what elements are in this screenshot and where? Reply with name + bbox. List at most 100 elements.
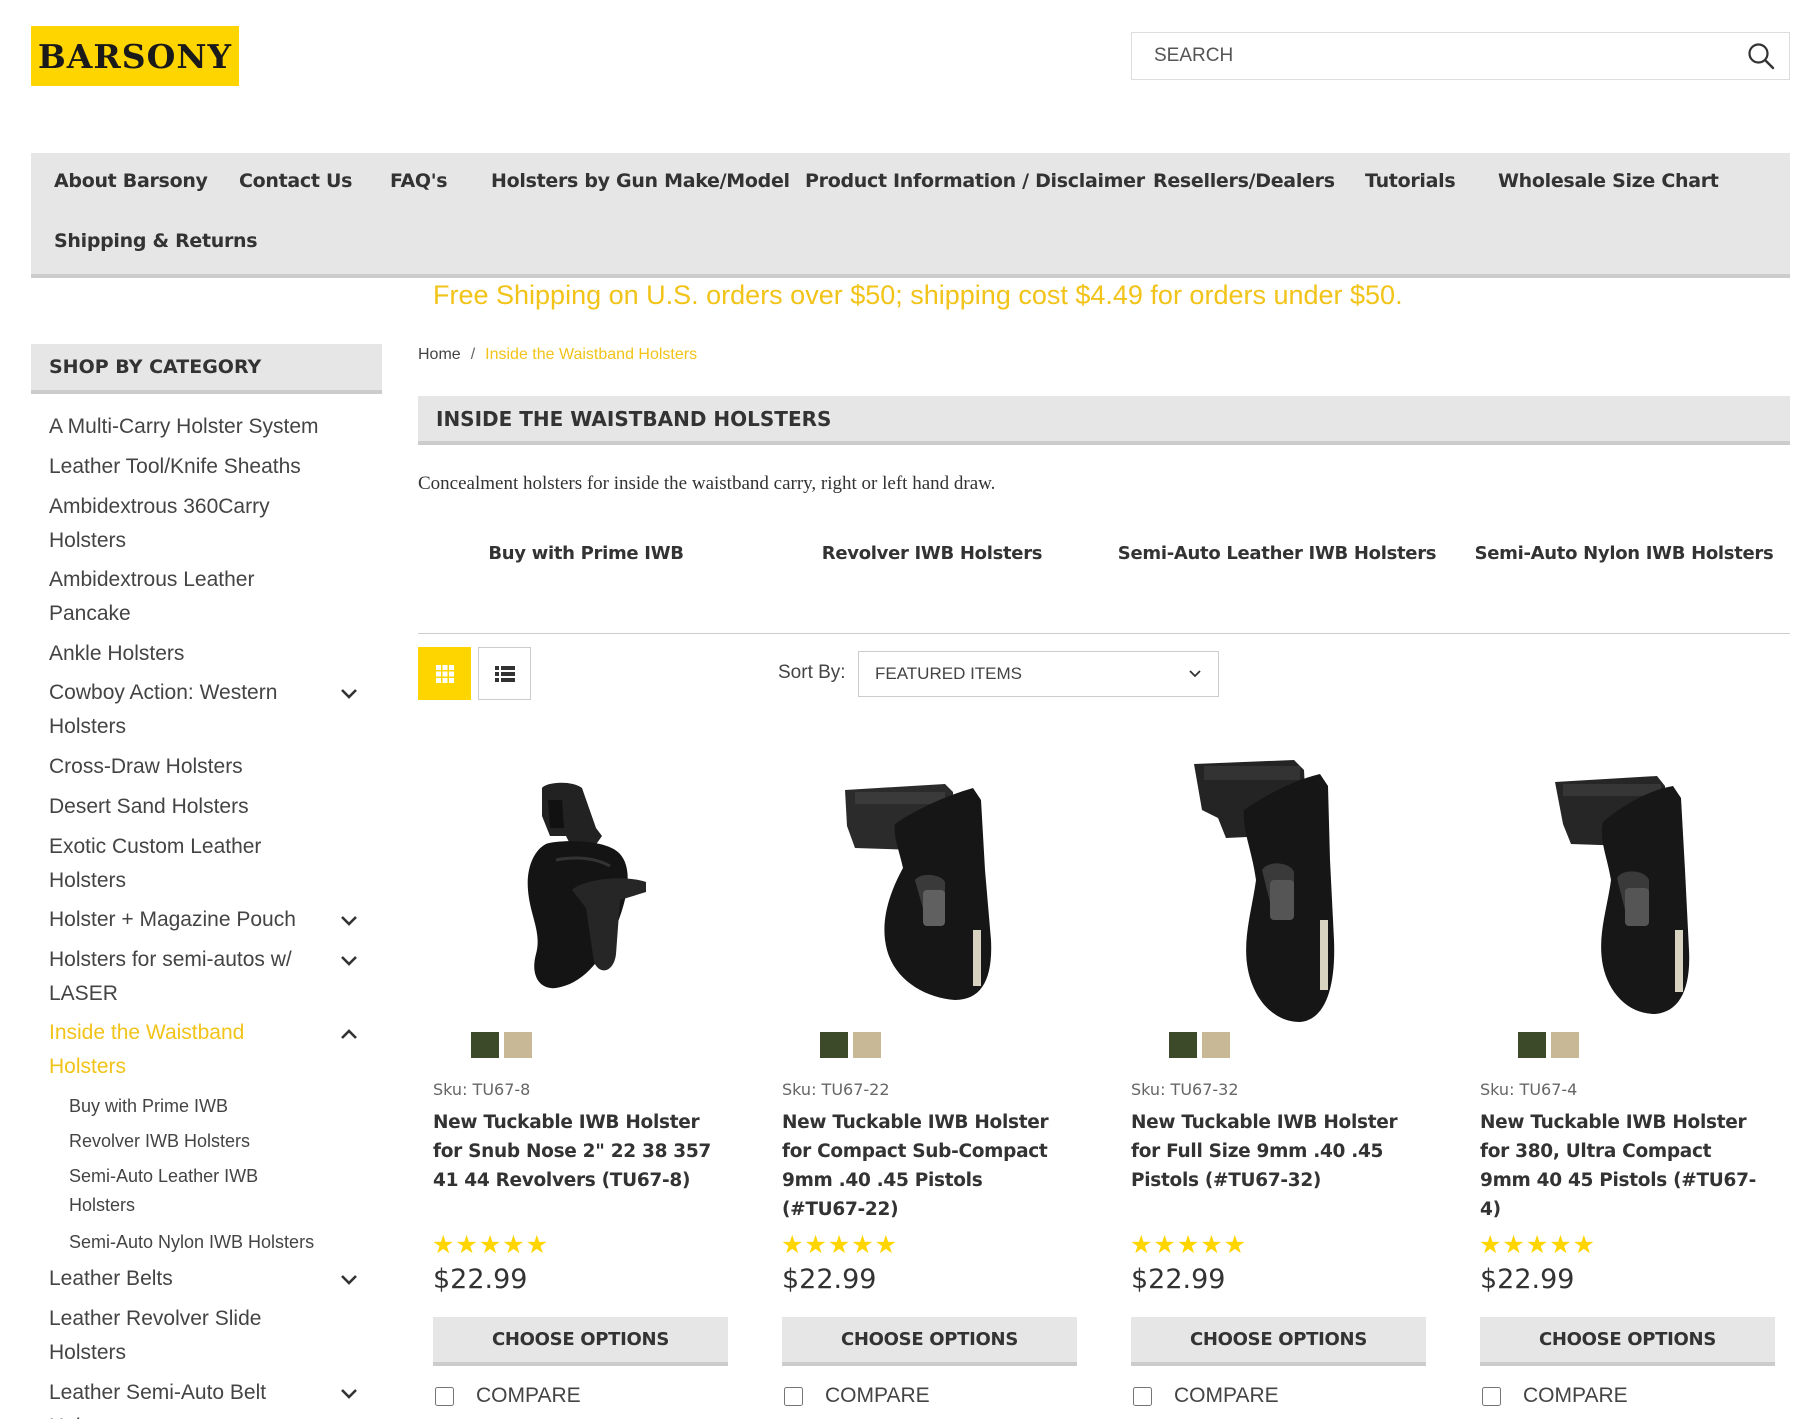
compare-control[interactable]: COMPARE (1131, 1384, 1279, 1408)
sidebar-item-semi-autos-laser[interactable]: Holsters for semi-autos w/ LASER (49, 943, 319, 1011)
chevron-down-icon[interactable] (339, 1273, 359, 1287)
product-sku: Sku: TU67-8 (433, 1080, 531, 1099)
sidebar-item-cross-draw[interactable]: Cross-Draw Holsters (49, 750, 319, 784)
product-image[interactable] (795, 740, 1039, 1040)
compare-checkbox[interactable] (1482, 1386, 1501, 1406)
product-price: $22.99 (782, 1264, 877, 1295)
list-view-button[interactable] (478, 647, 531, 700)
compare-checkbox[interactable] (784, 1386, 803, 1406)
color-swatch-tan[interactable] (1551, 1032, 1579, 1058)
sidebar-subitem-semi-auto-nylon-iwb[interactable]: Semi-Auto Nylon IWB Holsters (69, 1228, 319, 1257)
chevron-up-icon[interactable] (339, 1027, 359, 1041)
star-rating: ★★★★★ (781, 1231, 899, 1259)
sidebar-item-leather-belts[interactable]: Leather Belts (49, 1262, 319, 1296)
product-sku: Sku: TU67-4 (1480, 1080, 1578, 1099)
sidebar-item-multi-carry[interactable]: A Multi-Carry Holster System (49, 410, 319, 444)
nav-product-info[interactable]: Product Information / Disclaimer (805, 170, 1145, 192)
sidebar-subitem-semi-auto-leather-iwb[interactable]: Semi-Auto Leather IWB Holsters (69, 1162, 319, 1220)
page-title-bar: INSIDE THE WAISTBAND HOLSTERS (418, 396, 1790, 445)
sidebar-item-ambidextrous-pancake[interactable]: Ambidextrous Leather Pancake (49, 563, 319, 631)
page-title: INSIDE THE WAISTBAND HOLSTERS (436, 407, 832, 431)
barsony-logo[interactable]: BARSONY (31, 26, 239, 86)
sidebar-item-holster-magazine-pouch[interactable]: Holster + Magazine Pouch (49, 903, 319, 937)
chevron-down-icon[interactable] (339, 687, 359, 701)
sidebar-subitem-revolver-iwb[interactable]: Revolver IWB Holsters (69, 1127, 319, 1156)
search-box (1131, 32, 1790, 80)
nav-contact[interactable]: Contact Us (239, 170, 352, 192)
sidebar-item-exotic-custom[interactable]: Exotic Custom Leather Holsters (49, 830, 319, 898)
sidebar-item-revolver-slide[interactable]: Leather Revolver Slide Holsters (49, 1302, 319, 1370)
color-swatch-tan[interactable] (1202, 1032, 1230, 1058)
color-swatch-green[interactable] (820, 1032, 848, 1058)
compare-checkbox[interactable] (1133, 1386, 1152, 1406)
compare-control[interactable]: COMPARE (433, 1384, 581, 1408)
color-swatch-green[interactable] (1169, 1032, 1197, 1058)
color-swatch-green[interactable] (1518, 1032, 1546, 1058)
chevron-down-icon[interactable] (339, 914, 359, 928)
product-name[interactable]: New Tuckable IWB Holster for Full Size 9… (1131, 1108, 1411, 1195)
nav-resellers[interactable]: Resellers/Dealers (1153, 170, 1335, 192)
sidebar-item-semi-auto-belt[interactable]: Leather Semi-Auto Belt Holsters (49, 1376, 319, 1419)
product-name[interactable]: New Tuckable IWB Holster for Snub Nose 2… (433, 1108, 713, 1195)
choose-options-button[interactable]: CHOOSE OPTIONS (1480, 1317, 1775, 1366)
product-image[interactable] (446, 740, 690, 1040)
sidebar-item-desert-sand[interactable]: Desert Sand Holsters (49, 790, 319, 824)
sidebar-item-ambidextrous-360carry[interactable]: Ambidextrous 360Carry Holsters (49, 490, 319, 558)
color-swatch-tan[interactable] (504, 1032, 532, 1058)
sidebar-heading-text: SHOP BY CATEGORY (49, 356, 262, 378)
product-name[interactable]: New Tuckable IWB Holster for 380, Ultra … (1480, 1108, 1760, 1224)
color-swatch-green[interactable] (471, 1032, 499, 1058)
product-card: Sku: TU67-32 New Tuckable IWB Holster fo… (1116, 740, 1426, 1419)
sidebar-item-tool-knife-sheaths[interactable]: Leather Tool/Knife Sheaths (49, 450, 319, 484)
chevron-down-icon[interactable] (339, 954, 359, 968)
product-image[interactable] (1493, 740, 1737, 1040)
star-rating: ★★★★★ (1479, 1231, 1597, 1259)
compare-label: COMPARE (476, 1384, 581, 1407)
nav-about[interactable]: About Barsony (54, 170, 208, 192)
product-card: Sku: TU67-4 New Tuckable IWB Holster for… (1465, 740, 1775, 1419)
product-sku: Sku: TU67-32 (1131, 1080, 1239, 1099)
color-swatch-tan[interactable] (853, 1032, 881, 1058)
choose-options-button[interactable]: CHOOSE OPTIONS (1131, 1317, 1426, 1366)
product-price: $22.99 (433, 1264, 528, 1295)
product-card: Sku: TU67-8 New Tuckable IWB Holster for… (418, 740, 728, 1419)
star-rating: ★★★★★ (432, 1231, 550, 1259)
nav-tutorials[interactable]: Tutorials (1365, 170, 1456, 192)
search-icon[interactable] (1747, 42, 1775, 70)
product-price: $22.99 (1131, 1264, 1226, 1295)
search-input[interactable] (1132, 33, 1732, 79)
product-image[interactable] (1144, 740, 1388, 1040)
star-rating: ★★★★★ (1130, 1231, 1248, 1259)
sort-select-value: FEATURED ITEMS (875, 664, 1023, 683)
compare-checkbox[interactable] (435, 1386, 454, 1406)
product-name[interactable]: New Tuckable IWB Holster for Compact Sub… (782, 1108, 1062, 1224)
sidebar-heading: SHOP BY CATEGORY (31, 344, 382, 394)
sidebar-item-inside-waistband[interactable]: Inside the Waistband Holsters (49, 1016, 319, 1084)
breadcrumb-home[interactable]: Home (418, 346, 461, 363)
sidebar-item-cowboy-action[interactable]: Cowboy Action: Western Holsters (49, 676, 319, 744)
grid-view-button[interactable] (418, 647, 471, 700)
nav-shipping-returns[interactable]: Shipping & Returns (54, 230, 258, 252)
compare-label: COMPARE (1523, 1384, 1628, 1407)
compare-control[interactable]: COMPARE (782, 1384, 930, 1408)
sort-select[interactable]: FEATURED ITEMS (858, 651, 1219, 697)
subcategory-link-semi-auto-leather[interactable]: Semi-Auto Leather IWB Holsters (1118, 543, 1437, 564)
promo-banner: Free Shipping on U.S. orders over $50; s… (433, 280, 1403, 310)
product-price: $22.99 (1480, 1264, 1575, 1295)
subcategory-link-revolver-iwb[interactable]: Revolver IWB Holsters (822, 543, 1043, 564)
chevron-down-icon[interactable] (339, 1387, 359, 1401)
subcategory-link-semi-auto-nylon[interactable]: Semi-Auto Nylon IWB Holsters (1475, 543, 1774, 564)
breadcrumb-current[interactable]: Inside the Waistband Holsters (485, 346, 697, 363)
nav-holsters-by-gun[interactable]: Holsters by Gun Make/Model (491, 170, 790, 192)
main-nav: About Barsony Contact Us FAQ's Holsters … (31, 153, 1790, 278)
choose-options-button[interactable]: CHOOSE OPTIONS (782, 1317, 1077, 1366)
subcategory-link-prime-iwb[interactable]: Buy with Prime IWB (488, 543, 684, 564)
nav-faqs[interactable]: FAQ's (390, 170, 448, 192)
choose-options-button[interactable]: CHOOSE OPTIONS (433, 1317, 728, 1366)
product-sku: Sku: TU67-22 (782, 1080, 890, 1099)
compare-control[interactable]: COMPARE (1480, 1384, 1628, 1408)
grid-view-icon (435, 664, 454, 683)
sidebar-item-ankle-holsters[interactable]: Ankle Holsters (49, 637, 319, 671)
sidebar-subitem-prime-iwb[interactable]: Buy with Prime IWB (69, 1092, 319, 1121)
nav-wholesale-size-chart[interactable]: Wholesale Size Chart (1498, 170, 1719, 192)
